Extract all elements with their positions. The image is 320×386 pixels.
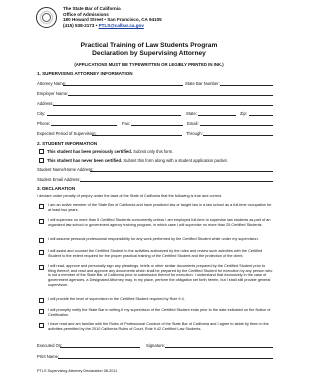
- employer-name-field[interactable]: [68, 95, 273, 96]
- state-field[interactable]: [198, 115, 236, 116]
- never-certified-label: This student has never been certified. S…: [47, 158, 228, 163]
- state-bar-seal-icon: [36, 7, 57, 28]
- through-label: Through:: [186, 131, 203, 136]
- declaration-checkbox-4[interactable]: [39, 250, 44, 255]
- print-name-label: Print Name:: [37, 354, 60, 359]
- signature-field[interactable]: [165, 347, 273, 348]
- previously-certified-rest: Submit only this form.: [131, 149, 174, 154]
- declaration-checkbox-6[interactable]: [39, 298, 44, 303]
- declaration-item-2: I will supervise no more than 5 Certifie…: [48, 218, 271, 227]
- print-instruction: (APPLICATIONS MUST BE TYPEWRITTEN OR LEG…: [74, 62, 224, 67]
- declaration-checkbox-7[interactable]: [39, 309, 44, 314]
- section2-heading: 2. STUDENT INFORMATION: [37, 141, 98, 146]
- attorney-name-field[interactable]: [63, 85, 183, 86]
- never-certified-rest: Submit this form along with a student ap…: [122, 158, 228, 163]
- period-start-field[interactable]: [92, 135, 182, 136]
- declaration-item-6: I will provide the level of supervision …: [48, 297, 185, 301]
- period-end-field[interactable]: [203, 135, 273, 136]
- phone-field[interactable]: [51, 125, 117, 126]
- employer-name-label: Employer Name:: [37, 91, 69, 96]
- previously-certified-label: This student has been previously certifi…: [47, 149, 173, 154]
- fax-label: Fax:: [122, 121, 131, 126]
- declaration-item-7: I will promptly notify the State Bar in …: [48, 308, 271, 317]
- city-field[interactable]: [47, 115, 181, 116]
- declaration-item-8: I have read and am familiar with the Rul…: [48, 322, 269, 331]
- declaration-item-1: I am an active member of the State Bar o…: [48, 203, 272, 212]
- form-subtitle: Declaration by Supervising Attorney: [92, 50, 206, 57]
- form-footer: PTLS Supervising Attorney Declaration 08…: [37, 369, 118, 373]
- student-email-label: Student Email Address:: [37, 177, 81, 182]
- declaration-checkbox-1[interactable]: [39, 204, 44, 209]
- office-email-link[interactable]: PTLS@calbar.ca.gov: [99, 23, 144, 28]
- state-label: State:: [186, 111, 197, 116]
- email-label: Email:: [187, 121, 199, 126]
- email-field[interactable]: [200, 125, 273, 126]
- zip-label: Zip:: [240, 111, 247, 116]
- office-contact: (415) 538-2173 • PTLS@calbar.ca.gov: [63, 23, 144, 29]
- zip-field[interactable]: [249, 115, 273, 116]
- executed-on-label: Executed On:: [37, 343, 63, 348]
- phone-label: Phone:: [37, 121, 51, 126]
- student-home-address-label: Student Name/Home Address:: [37, 167, 94, 172]
- previously-certified-checkbox[interactable]: [39, 149, 44, 154]
- student-home-address-field[interactable]: [90, 171, 273, 172]
- declaration-checkbox-3[interactable]: [39, 238, 44, 243]
- declaration-checkbox-5[interactable]: [39, 265, 44, 270]
- city-label: City:: [37, 111, 46, 116]
- declaration-checkbox-8[interactable]: [39, 323, 44, 328]
- address-field[interactable]: [53, 105, 273, 106]
- declaration-checkbox-2[interactable]: [39, 219, 44, 224]
- office-phone: (415) 538-2173 •: [63, 22, 99, 28]
- address-label: Address:: [37, 101, 54, 106]
- section3-heading: 3. DECLARATION: [37, 186, 76, 191]
- declaration-item-5: I will read, approve and personally sign…: [48, 264, 273, 287]
- declaration-intro: I declare under penalty of perjury under…: [37, 194, 223, 198]
- form-page: The State Bar of California Office of Ad…: [0, 0, 298, 386]
- previously-certified-bold: This student has been previously certifi…: [47, 149, 132, 154]
- never-certified-bold: This student has never been certified.: [47, 158, 123, 163]
- declaration-item-4: I will assist and counsel the Certified …: [48, 249, 263, 258]
- bar-number-label: State Bar Number:: [185, 81, 220, 86]
- bar-number-field[interactable]: [220, 85, 273, 86]
- signature-label: Signature:: [146, 343, 166, 348]
- form-title: Practical Training of Law Students Progr…: [80, 42, 218, 49]
- student-email-field[interactable]: [80, 181, 273, 182]
- never-certified-checkbox[interactable]: [39, 158, 44, 163]
- attorney-name-label: Attorney Name:: [37, 81, 67, 86]
- fax-field[interactable]: [131, 125, 183, 126]
- executed-on-field[interactable]: [60, 347, 140, 348]
- section1-heading: 1. SUPERVISING ATTORNEY INFORMATION: [37, 71, 133, 76]
- declaration-item-3: I will assume personal professional resp…: [48, 237, 259, 241]
- print-name-field[interactable]: [58, 358, 273, 359]
- expected-period-label: Expected Period of Supervision:: [37, 131, 97, 136]
